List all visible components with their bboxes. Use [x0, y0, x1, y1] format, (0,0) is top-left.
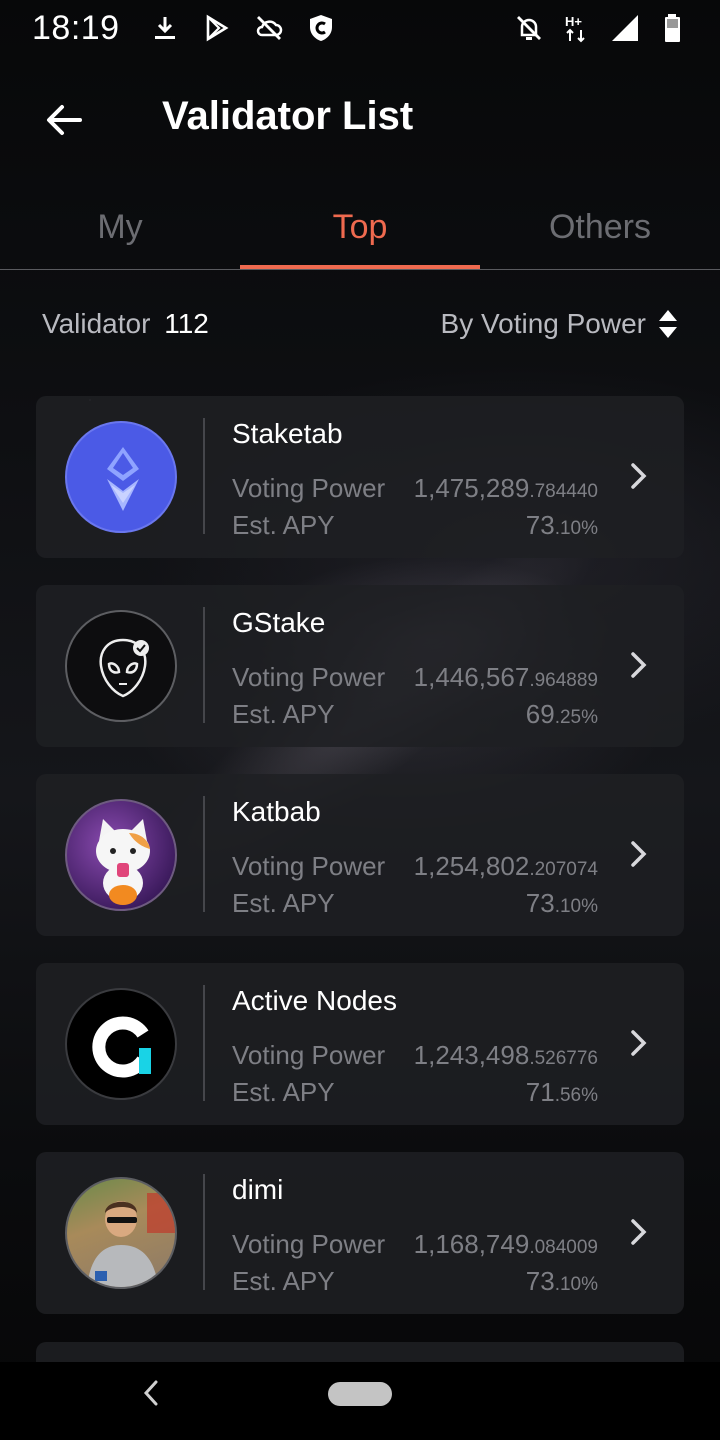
validator-card[interactable]: GStake Voting Power 1,446,567.964889 Est… [36, 585, 684, 747]
validator-name: GStake [232, 607, 326, 638]
page-title: Validator List [162, 94, 414, 138]
tab-my[interactable]: My [0, 188, 240, 268]
card-divider [203, 796, 205, 912]
voting-power-value: 1,254,802.207074 [413, 851, 598, 881]
notifications-off-icon [517, 16, 541, 40]
chevron-right-icon [631, 652, 647, 678]
validator-count-label: Validator [42, 308, 151, 339]
apy-value: 69.25% [525, 699, 598, 729]
dimi-person-icon [87, 1193, 175, 1287]
validator-name: Active Nodes [232, 985, 397, 1016]
download-icon [154, 17, 175, 39]
nav-home-pill[interactable] [328, 1382, 392, 1406]
nav-back-icon[interactable] [140, 1378, 162, 1408]
active-tab-indicator [240, 265, 480, 269]
sort-label: By Voting Power [440, 308, 646, 339]
svg-text:H+: H+ [565, 14, 582, 29]
apy-value: 73.10% [525, 1266, 598, 1296]
validator-count-value: 112 [164, 308, 209, 339]
status-time: 18:19 [32, 8, 120, 47]
chevron-right-icon [631, 1030, 647, 1056]
validator-name: Staketab [232, 418, 343, 449]
active-nodes-avatar [65, 988, 177, 1100]
play-store-icon [206, 14, 229, 42]
voting-power-value: 1,446,567.964889 [413, 662, 598, 692]
status-bar: 18:19 H+ [0, 0, 720, 56]
validator-count: Validator 112 [42, 308, 209, 340]
validator-card-partial[interactable] [36, 1342, 684, 1362]
cloud-off-icon [256, 16, 282, 40]
voting-power-value: 1,243,498.526776 [413, 1040, 598, 1070]
tab-others[interactable]: Others [480, 188, 720, 268]
katbab-cat-icon [96, 819, 150, 905]
validator-name: Katbab [232, 796, 321, 827]
battery-icon [665, 14, 680, 42]
apy-value: 71.56% [525, 1077, 598, 1107]
validator-card[interactable]: Staketab Voting Power 1,475,289.784440 E… [36, 396, 684, 558]
apy-value: 73.10% [525, 510, 598, 540]
dimi-avatar [65, 1177, 177, 1289]
card-divider [203, 418, 205, 534]
app-bar: Validator List [0, 80, 720, 160]
gstake-alien-icon [99, 638, 149, 698]
active-nodes-logo-icon [92, 1016, 151, 1078]
shield-c-icon [309, 15, 332, 41]
sort-button[interactable]: By Voting Power [441, 308, 678, 340]
gstake-avatar [65, 610, 177, 722]
chevron-right-icon [631, 841, 647, 867]
tab-top[interactable]: Top [240, 188, 480, 268]
chevron-right-icon [631, 1219, 647, 1245]
validator-card[interactable]: Active Nodes Voting Power 1,243,498.5267… [36, 963, 684, 1125]
voting-power-value: 1,168,749.084009 [413, 1229, 598, 1259]
sort-icon [659, 310, 677, 338]
validator-card[interactable]: dimi Voting Power 1,168,749.084009 Est. … [36, 1152, 684, 1314]
katbab-avatar [65, 799, 177, 911]
staketab-logo-icon [107, 447, 139, 511]
validator-card[interactable]: Katbab Voting Power 1,254,802.207074 Est… [36, 774, 684, 936]
tab-bar: My Top Others [0, 188, 720, 270]
network-hplus-icon: H+ [565, 14, 585, 43]
chevron-right-icon [631, 463, 647, 489]
card-divider [203, 985, 205, 1101]
card-divider [203, 1174, 205, 1290]
signal-icon [612, 15, 638, 41]
apy-value: 73.10% [525, 888, 598, 918]
validator-name: dimi [232, 1174, 284, 1205]
staketab-avatar [65, 421, 177, 533]
back-arrow-icon[interactable] [40, 96, 88, 144]
voting-power-value: 1,475,289.784440 [413, 473, 598, 503]
system-nav-bar [0, 1362, 720, 1440]
card-divider [203, 607, 205, 723]
